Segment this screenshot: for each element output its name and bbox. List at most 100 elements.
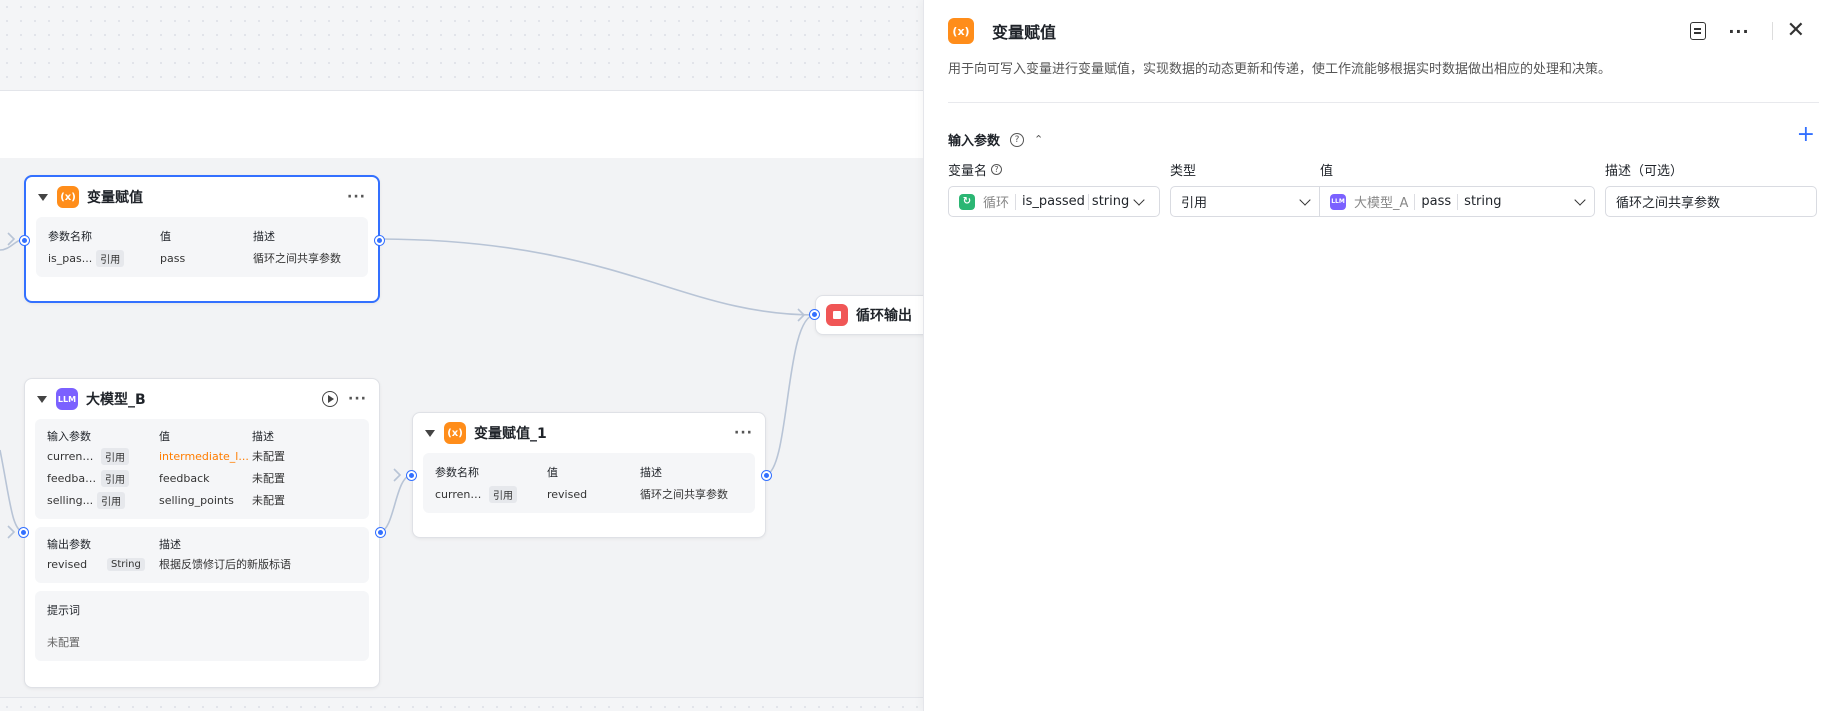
table-row: current... 引用 revised 循环之间共享参数	[435, 483, 743, 505]
input-port[interactable]	[19, 528, 28, 537]
param-desc: 未配置	[252, 450, 285, 463]
col-header-name: 参数名称	[435, 466, 479, 479]
table-row: selling... 引用 selling_points 未配置	[47, 489, 357, 511]
column-label-text: 变量名	[948, 164, 988, 179]
divider	[948, 102, 1819, 103]
description-input[interactable]: 循环之间共享参数	[1605, 186, 1817, 217]
value-variable: pass	[1421, 194, 1452, 209]
param-table: 参数名称 值 描述 is_pas... 引用 pass 循环之间共享参数	[36, 217, 368, 277]
workflow-canvas[interactable]: (x) 变量赋值 ··· 参数名称 值 描述 is_pas... 引用 pass …	[0, 0, 923, 711]
description-value: 循环之间共享参数	[1616, 196, 1721, 211]
param-desc: 循环之间共享参数	[253, 252, 341, 265]
stop-icon	[826, 304, 848, 326]
more-icon[interactable]: ···	[348, 391, 367, 407]
col-header-output: 输出参数	[47, 538, 91, 551]
llm-icon: LLM	[1330, 193, 1346, 210]
type-value: 引用	[1181, 196, 1208, 211]
node-title: 变量赋值	[87, 190, 143, 206]
chevron-down-icon	[1299, 193, 1311, 206]
collapse-caret-icon[interactable]	[37, 395, 47, 403]
input-port[interactable]	[407, 471, 416, 480]
column-label-name: 变量名 ?	[948, 160, 1003, 179]
help-icon[interactable]: ?	[991, 164, 1003, 175]
llm-icon: LLM	[56, 388, 78, 410]
ref-tag: 引用	[101, 469, 129, 487]
run-icon[interactable]	[322, 391, 339, 407]
more-icon[interactable]: ···	[734, 425, 753, 441]
col-header-desc: 描述	[640, 466, 662, 479]
ref-tag: 引用	[489, 485, 517, 503]
source-label: 大模型_A	[1354, 196, 1409, 211]
input-port[interactable]	[20, 236, 29, 245]
param-value: revised	[547, 487, 588, 501]
output-port[interactable]	[762, 471, 771, 480]
loop-header-area	[0, 90, 923, 158]
node-variable-assign[interactable]: (x) 变量赋值 ··· 参数名称 值 描述 is_pas... 引用 pass …	[20, 175, 384, 303]
input-table: 输入参数 值 描述 current... 引用 intermediate_l...…	[35, 419, 369, 519]
prompt-box: 提示词 未配置	[35, 591, 369, 661]
help-icon[interactable]: ?	[1010, 132, 1025, 147]
col-header-desc: 描述	[252, 430, 274, 443]
variable-name: is_passed	[1022, 194, 1085, 209]
table-row: current... 引用 intermediate_l... 未配置	[47, 445, 357, 467]
variable-icon: (x)	[948, 18, 974, 44]
param-value: feedback	[159, 471, 210, 485]
ref-tag: 引用	[97, 491, 126, 509]
table-row: feedback 引用 feedback 未配置	[47, 467, 357, 489]
param-value: selling_points	[159, 493, 234, 507]
type-label: string	[1091, 194, 1130, 209]
table-row: revised String 根据反馈修订后的新版标语	[47, 553, 357, 575]
type-tag: String	[107, 557, 145, 571]
output-desc: 根据反馈修订后的新版标语	[159, 558, 291, 571]
section-title: 输入参数	[948, 134, 1001, 149]
node-title: 大模型_B	[86, 392, 146, 408]
value-select[interactable]: LLM 大模型_A pass string	[1319, 186, 1595, 217]
type-label: string	[1464, 194, 1502, 209]
output-port[interactable]	[375, 236, 384, 245]
loop-icon: ↻	[959, 193, 975, 210]
collapse-caret-icon[interactable]	[425, 429, 435, 437]
param-name: selling...	[47, 493, 94, 507]
col-header-name: 参数名称	[48, 230, 92, 243]
add-param-button[interactable]: +	[1797, 124, 1815, 146]
section-header-input[interactable]: 输入参数 ? ⌃	[948, 130, 1043, 149]
ref-tag: 引用	[101, 447, 129, 465]
divider	[1771, 22, 1773, 40]
output-table: 输出参数 描述 revised String 根据反馈修订后的新版标语	[35, 527, 369, 583]
col-header-value: 值	[547, 466, 558, 479]
close-icon[interactable]: ✕	[1787, 20, 1805, 42]
col-header-desc: 描述	[159, 538, 181, 551]
node-variable-assign-1[interactable]: (x) 变量赋值_1 ··· 参数名称 值 描述 current... 引用 re…	[407, 412, 771, 538]
node-title: 变量赋值_1	[474, 426, 547, 442]
param-desc: 未配置	[252, 472, 285, 485]
output-port[interactable]	[376, 528, 385, 537]
variable-name-select[interactable]: ↻ 循环 is_passed string	[948, 186, 1160, 217]
param-desc: 未配置	[252, 494, 285, 507]
ref-tag: 引用	[96, 249, 125, 267]
param-name: current...	[435, 487, 485, 501]
column-label-type: 类型	[1170, 164, 1197, 179]
document-icon[interactable]	[1690, 22, 1707, 40]
node-llm-b[interactable]: LLM 大模型_B ··· 输入参数 值 描述 current... 引用 int…	[19, 378, 385, 688]
variable-icon: (x)	[444, 422, 466, 444]
param-desc: 循环之间共享参数	[640, 488, 728, 501]
collapse-caret-icon[interactable]	[38, 193, 48, 201]
col-header-input: 输入参数	[47, 430, 91, 443]
col-header-value: 值	[159, 430, 170, 443]
param-name: is_pas...	[48, 251, 93, 265]
param-value: intermediate_l...	[159, 449, 249, 463]
type-select[interactable]: 引用	[1170, 186, 1320, 217]
prompt-value: 未配置	[47, 636, 80, 649]
source-label: 循环	[983, 196, 1010, 211]
param-value: pass	[160, 251, 186, 265]
input-port[interactable]	[810, 310, 819, 319]
column-label-value: 值	[1320, 164, 1334, 179]
table-row: is_pas... 引用 pass 循环之间共享参数	[48, 247, 356, 269]
chevron-up-icon[interactable]: ⌃	[1034, 133, 1043, 146]
more-icon[interactable]: ···	[347, 189, 366, 205]
col-header-desc: 描述	[253, 230, 275, 243]
node-loop-output[interactable]: 循环输出	[810, 295, 923, 335]
node-config-panel: (x) 变量赋值 ··· ✕ 用于向可写入变量进行变量赋值，实现数据的动态更新和…	[923, 0, 1825, 711]
prompt-label: 提示词	[47, 604, 80, 617]
more-icon[interactable]: ···	[1728, 22, 1749, 41]
